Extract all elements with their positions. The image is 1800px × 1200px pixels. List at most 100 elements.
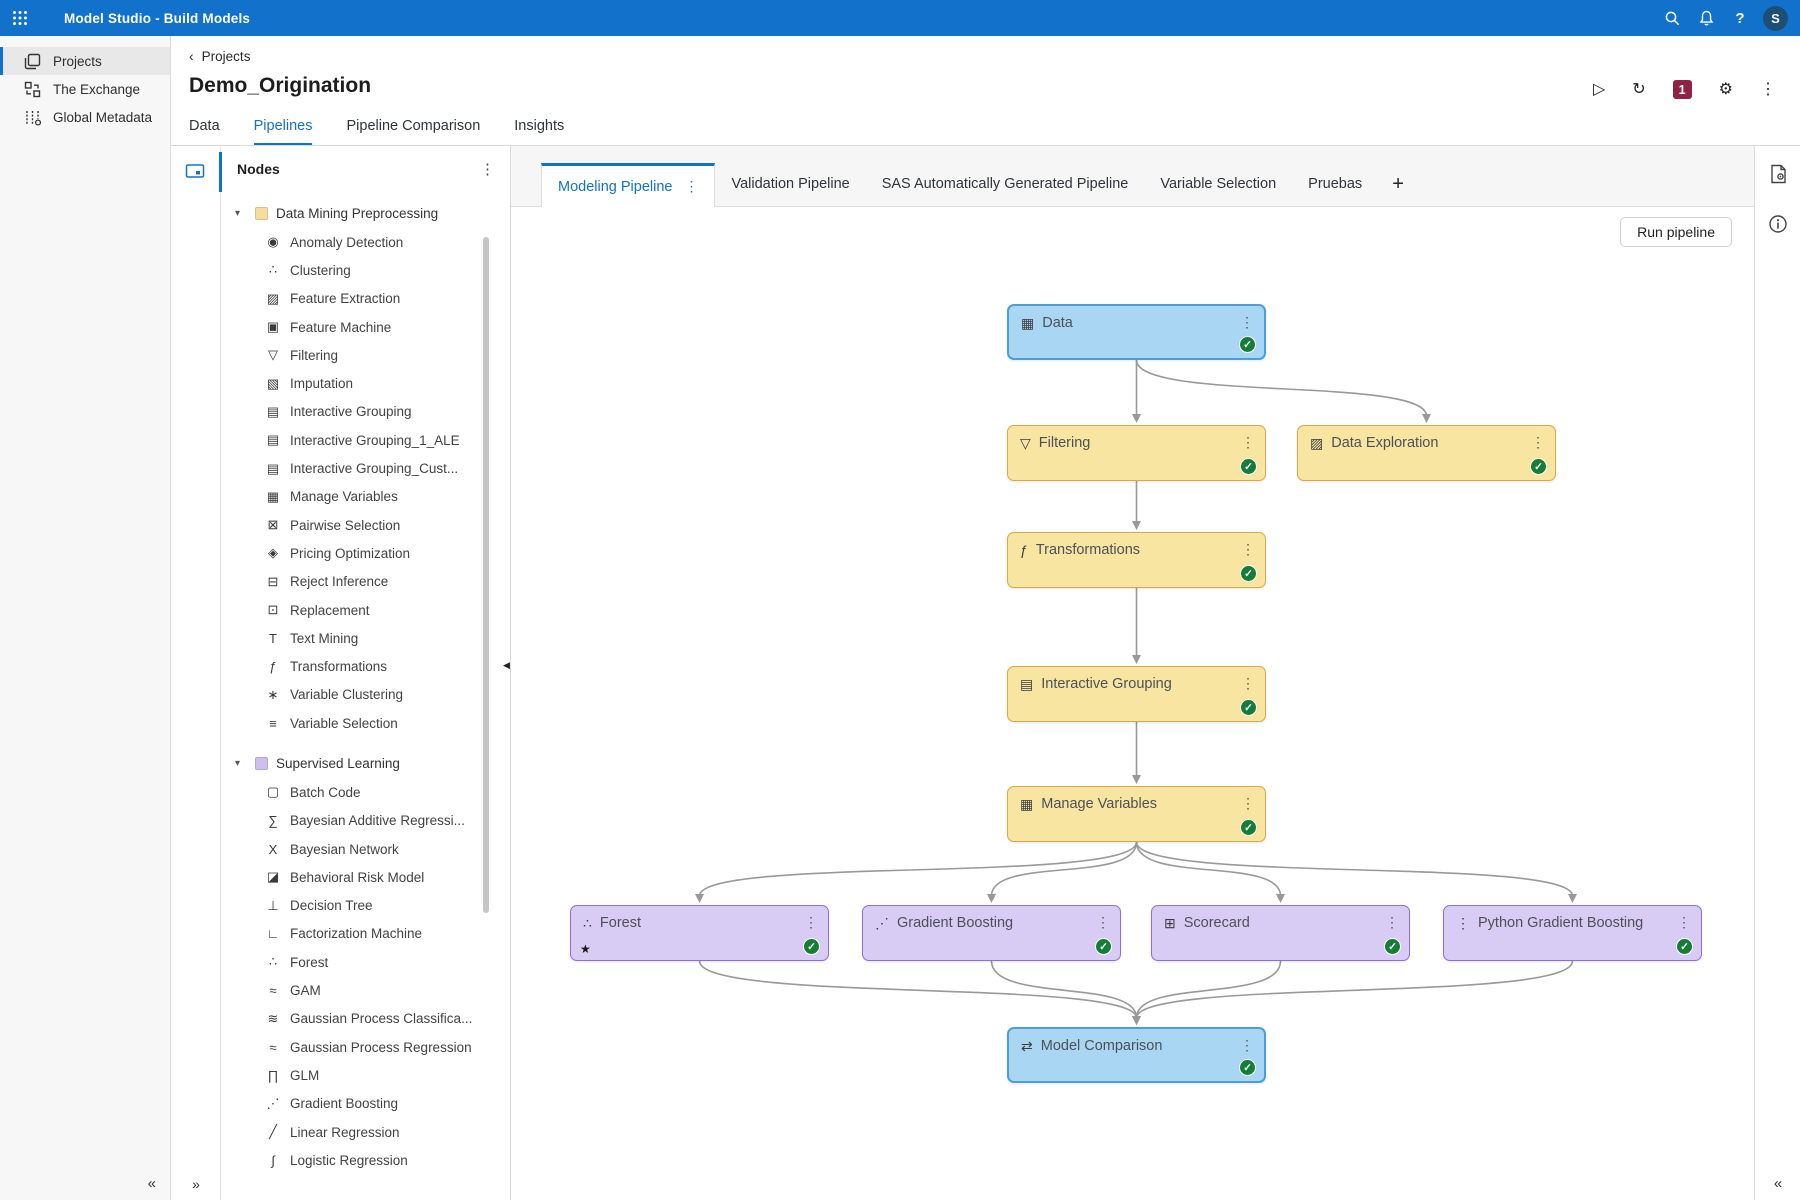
run-pipeline-button[interactable]: Run pipeline	[1620, 217, 1732, 247]
node-template-linear-regression[interactable]: ╱Linear Regression	[221, 1118, 511, 1146]
right-rail: «	[1754, 146, 1800, 1200]
node-template-feature-machine[interactable]: ▣Feature Machine	[221, 313, 511, 341]
pipeline-node-filtering[interactable]: ▽Filtering⋮✓	[1007, 425, 1266, 481]
node-template-filtering[interactable]: ▽Filtering	[221, 341, 511, 369]
node-template-forest[interactable]: ∴Forest	[221, 948, 511, 976]
right-rail-collapse-icon[interactable]: «	[1755, 1175, 1800, 1192]
pipeline-node-manage-variables[interactable]: ▦Manage Variables⋮✓	[1007, 786, 1266, 842]
node-template-interactive-grouping-1-ale[interactable]: ▤Interactive Grouping_1_ALE	[221, 426, 511, 454]
notification-count-badge[interactable]: 1	[1673, 80, 1692, 99]
node-template-pricing-optimization[interactable]: ◈Pricing Optimization	[221, 539, 511, 567]
sidebar-item-global-metadata[interactable]: Global Metadata	[0, 103, 170, 131]
sidebar-item-label: Global Metadata	[53, 110, 152, 125]
chevron-down-icon[interactable]: ▾	[235, 758, 247, 769]
pipeline-tab-variable-selection[interactable]: Variable Selection	[1144, 162, 1292, 206]
breadcrumb[interactable]: ‹Projects	[189, 48, 250, 64]
node-options-menu-icon[interactable]: ⋮	[1531, 434, 1545, 451]
pipeline-node-data[interactable]: ▦Data⋮✓	[1007, 304, 1266, 360]
node-template-interactive-grouping-cust[interactable]: ▤Interactive Grouping_Cust...	[221, 454, 511, 482]
search-icon[interactable]	[1655, 0, 1689, 36]
pipeline-tab-modeling-pipeline[interactable]: Modeling Pipeline⋮	[541, 163, 715, 207]
node-options-menu-icon[interactable]: ⋮	[804, 914, 818, 931]
node-template-factorization-machine[interactable]: ∟Factorization Machine	[221, 920, 511, 948]
node-template-clustering[interactable]: ∴Clustering	[221, 256, 511, 284]
pipeline-node-transformations[interactable]: ƒTransformations⋮✓	[1007, 532, 1266, 588]
node-template-gam[interactable]: ≈GAM	[221, 976, 511, 1004]
node-options-menu-icon[interactable]: ⋮	[1241, 795, 1255, 812]
pipeline-tab-pruebas[interactable]: Pruebas	[1292, 162, 1378, 206]
node-options-menu-icon[interactable]: ⋮	[1677, 914, 1691, 931]
node-options-menu-icon[interactable]: ⋮	[1241, 434, 1255, 451]
node-template-bayesian-network[interactable]: ΧBayesian Network	[221, 835, 511, 863]
node-group-supervised-learning[interactable]: ▾Supervised Learning	[221, 748, 511, 778]
pipeline-node-gradient-boosting[interactable]: ⋰Gradient Boosting⋮✓	[862, 905, 1121, 961]
tab-pipelines[interactable]: Pipelines	[254, 118, 313, 146]
node-template-variable-selection[interactable]: ≡Variable Selection	[221, 709, 511, 737]
header-overflow-menu-icon[interactable]: ⋮	[1760, 82, 1776, 98]
report-icon[interactable]	[1755, 154, 1800, 194]
node-options-menu-icon[interactable]: ⋮	[1241, 541, 1255, 558]
pipeline-node-label: Forest	[600, 915, 641, 931]
pipeline-node-model-comparison[interactable]: ⇄Model Comparison⋮✓	[1007, 1027, 1266, 1083]
node-template-glm[interactable]: ∏GLM	[221, 1061, 511, 1089]
node-template-manage-variables[interactable]: ▦Manage Variables	[221, 483, 511, 511]
info-icon[interactable]	[1755, 204, 1800, 244]
pipeline-tab-validation-pipeline[interactable]: Validation Pipeline	[715, 162, 865, 206]
sidebar-item-projects[interactable]: Projects	[0, 47, 170, 75]
app-launcher-icon[interactable]	[0, 0, 40, 36]
node-template-reject-inference[interactable]: ⊟Reject Inference	[221, 568, 511, 596]
node-template-feature-extraction[interactable]: ▨Feature Extraction	[221, 285, 511, 313]
node-options-menu-icon[interactable]: ⋮	[1240, 1037, 1254, 1054]
nodes-list-scrollbar[interactable]	[483, 237, 489, 913]
chevron-down-icon[interactable]: ▾	[235, 208, 247, 219]
tab-insights[interactable]: Insights	[514, 118, 564, 146]
pipeline-node-python-gradient-boosting[interactable]: ⋮Python Gradient Boosting⋮✓	[1443, 905, 1702, 961]
node-options-menu-icon[interactable]: ⋮	[1241, 675, 1255, 692]
node-success-status-icon: ✓	[1240, 699, 1257, 716]
user-avatar[interactable]: S	[1763, 6, 1788, 31]
node-template-interactive-grouping[interactable]: ▤Interactive Grouping	[221, 398, 511, 426]
nodes-panel-expand-icon[interactable]: »	[171, 1176, 221, 1192]
node-template-gaussian-process-regression[interactable]: ≈Gaussian Process Regression	[221, 1033, 511, 1061]
pipeline-canvas[interactable]: Run pipeline ▦Data⋮✓▽Filtering⋮✓▨Data Ex…	[511, 207, 1754, 1200]
node-template-bayesian-additive-regressi[interactable]: ∑Bayesian Additive Regressi...	[221, 807, 511, 835]
refresh-icon[interactable]: ↻	[1632, 82, 1645, 98]
pipeline-node-label: Filtering	[1039, 435, 1091, 451]
notifications-bell-icon[interactable]	[1689, 0, 1723, 36]
pipeline-node-scorecard[interactable]: ⊞Scorecard⋮✓	[1151, 905, 1410, 961]
node-template-gradient-boosting[interactable]: ⋰Gradient Boosting	[221, 1090, 511, 1118]
tab-data[interactable]: Data	[189, 118, 220, 146]
node-group-data-mining-preprocessing[interactable]: ▾Data Mining Preprocessing	[221, 198, 511, 228]
settings-gear-icon[interactable]: ⚙	[1719, 82, 1733, 98]
node-template-variable-clustering[interactable]: ∗Variable Clustering	[221, 681, 511, 709]
pipeline-node-forest[interactable]: ∴Forest⋮✓★	[570, 905, 829, 961]
nodes-view-icon[interactable]	[185, 162, 205, 185]
node-template-behavioral-risk-model[interactable]: ◪Behavioral Risk Model	[221, 863, 511, 891]
node-template-anomaly-detection[interactable]: ◉Anomaly Detection	[221, 228, 511, 256]
node-template-batch-code[interactable]: ▢Batch Code	[221, 778, 511, 806]
node-options-menu-icon[interactable]: ⋮	[1385, 914, 1399, 931]
data-exploration-icon: ▨	[1310, 436, 1323, 450]
sidebar-item-the-exchange[interactable]: The Exchange	[0, 75, 170, 103]
node-template-replacement[interactable]: ⊡Replacement	[221, 596, 511, 624]
node-template-pairwise-selection[interactable]: ⊠Pairwise Selection	[221, 511, 511, 539]
pipeline-tab-sas-automatically-generated-pipeline[interactable]: SAS Automatically Generated Pipeline	[866, 162, 1145, 206]
nodes-panel-menu-icon[interactable]: ⋮	[480, 160, 495, 178]
node-template-imputation[interactable]: ▧Imputation	[221, 369, 511, 397]
node-template-logistic-regression[interactable]: ∫Logistic Regression	[221, 1146, 511, 1174]
add-pipeline-icon[interactable]: +	[1378, 162, 1418, 206]
run-project-icon[interactable]: ▷	[1593, 82, 1605, 98]
node-template-transformations[interactable]: ƒTransformations	[221, 652, 511, 680]
tab-pipeline-comparison[interactable]: Pipeline Comparison	[346, 118, 480, 146]
node-options-menu-icon[interactable]: ⋮	[1240, 314, 1254, 331]
help-icon[interactable]: ?	[1723, 0, 1757, 36]
left-nav-collapse-icon[interactable]: «	[148, 1175, 156, 1192]
node-template-decision-tree[interactable]: ⊥Decision Tree	[221, 892, 511, 920]
node-template-text-mining[interactable]: TText Mining	[221, 624, 511, 652]
node-template-gaussian-process-classifica[interactable]: ≋Gaussian Process Classifica...	[221, 1005, 511, 1033]
pipeline-node-data-exploration[interactable]: ▨Data Exploration⋮✓	[1297, 425, 1556, 481]
pipeline-tab-menu-icon[interactable]: ⋮	[684, 178, 698, 195]
pipeline-node-interactive-grouping[interactable]: ▤Interactive Grouping⋮✓	[1007, 666, 1266, 722]
nodes-panel-collapse-handle[interactable]: ◀	[503, 660, 510, 671]
node-options-menu-icon[interactable]: ⋮	[1096, 914, 1110, 931]
